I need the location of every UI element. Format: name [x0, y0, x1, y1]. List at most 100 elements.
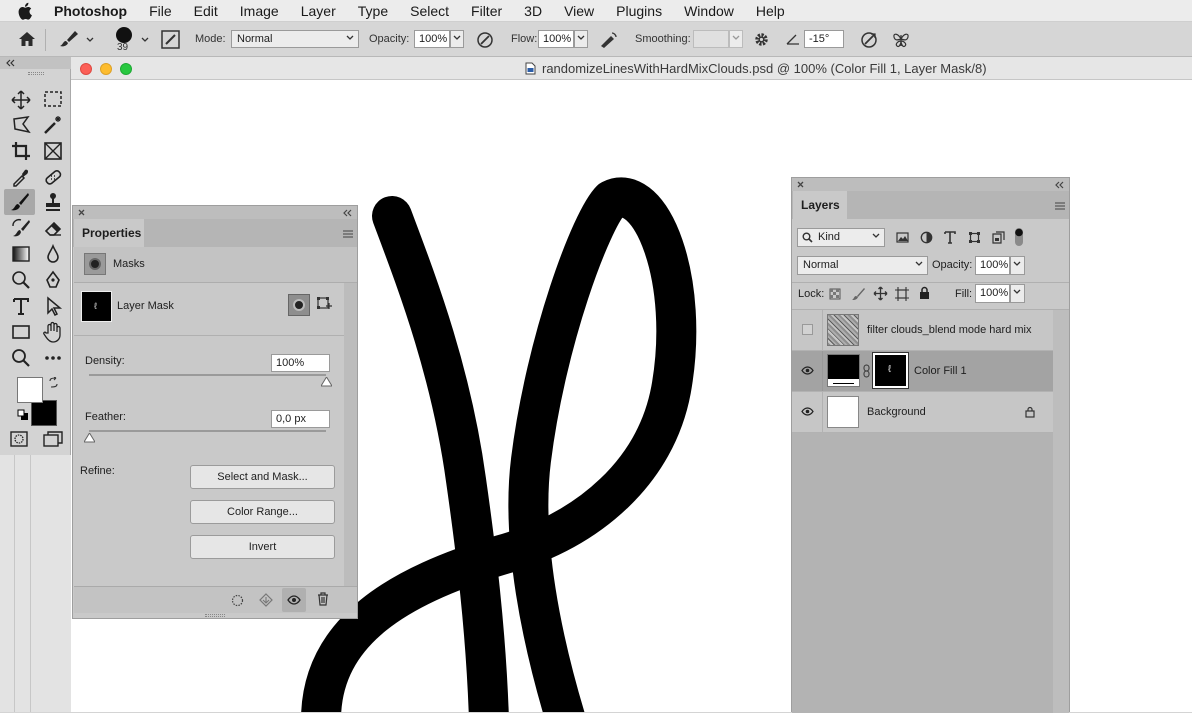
swap-colors-icon[interactable]	[48, 377, 59, 388]
brush-preset-preview[interactable]	[116, 27, 132, 43]
more-tools-icon[interactable]	[43, 348, 63, 368]
layer-opacity-dropdown[interactable]	[1010, 256, 1025, 275]
apple-icon[interactable]	[18, 2, 38, 20]
collapse-chevrons-icon[interactable]	[5, 59, 15, 67]
clone-stamp-tool-icon[interactable]	[43, 192, 63, 212]
menu-window[interactable]: Window	[684, 3, 734, 19]
layer-name[interactable]: Color Fill 1	[914, 365, 967, 377]
visibility-toggle[interactable]	[792, 351, 823, 391]
type-tool-icon[interactable]	[11, 296, 31, 316]
menu-filter[interactable]: Filter	[471, 3, 502, 19]
airbrush-icon[interactable]	[598, 31, 618, 49]
filter-shape-layers-icon[interactable]	[968, 231, 981, 244]
chain-link-icon[interactable]	[863, 364, 870, 378]
default-colors-icon[interactable]	[17, 409, 29, 421]
fill-layer-thumbnail[interactable]	[827, 354, 860, 387]
visibility-toggle[interactable]	[792, 310, 823, 350]
frame-tool-icon[interactable]	[43, 141, 63, 161]
close-icon[interactable]	[797, 181, 804, 188]
screen-mode-icon[interactable]	[43, 431, 63, 447]
opacity-field[interactable]: 100%	[414, 30, 450, 48]
layer-name[interactable]: Background	[867, 406, 926, 418]
foreground-color-swatch[interactable]	[17, 377, 43, 403]
path-selection-tool-icon[interactable]	[43, 296, 63, 316]
layer-mask-thumbnail[interactable]: ℓ	[81, 291, 112, 322]
menu-edit[interactable]: Edit	[194, 3, 218, 19]
dodge-tool-icon[interactable]	[11, 270, 31, 290]
flow-field[interactable]: 100%	[538, 30, 574, 48]
menu-layer[interactable]: Layer	[301, 3, 336, 19]
menu-select[interactable]: Select	[410, 3, 449, 19]
fill-dropdown[interactable]	[1010, 284, 1025, 303]
menu-help[interactable]: Help	[756, 3, 785, 19]
apply-mask-icon[interactable]	[259, 593, 273, 607]
pressure-size-icon[interactable]	[860, 31, 878, 49]
mode-dropdown[interactable]: Normal	[231, 30, 359, 48]
feather-field[interactable]: 0,0 px	[271, 410, 330, 428]
lasso-tool-icon[interactable]	[11, 115, 31, 135]
menu-image[interactable]: Image	[240, 3, 279, 19]
layer-filter-kind-dropdown[interactable]: Kind	[797, 228, 885, 247]
trash-icon[interactable]	[317, 592, 329, 606]
filter-type-layers-icon[interactable]	[944, 231, 956, 244]
lock-image-pixels-icon[interactable]	[851, 287, 865, 301]
layer-row-selected[interactable]: ℓ Color Fill 1	[792, 351, 1053, 392]
layer-mask-thumbnail[interactable]: ℓ	[872, 352, 909, 389]
menu-file[interactable]: File	[149, 3, 172, 19]
select-pixel-mask-button[interactable]	[288, 294, 310, 316]
select-and-mask-button[interactable]: Select and Mask...	[190, 465, 335, 489]
filter-pixel-layers-icon[interactable]	[896, 232, 909, 243]
tab-properties[interactable]: Properties	[74, 219, 144, 247]
zoom-window-button[interactable]	[120, 63, 132, 75]
zoom-tool-icon[interactable]	[11, 348, 31, 368]
feather-slider-thumb[interactable]	[83, 433, 95, 443]
add-vector-mask-icon[interactable]	[316, 296, 333, 313]
menu-view[interactable]: View	[564, 3, 594, 19]
menu-plugins[interactable]: Plugins	[616, 3, 662, 19]
lock-position-icon[interactable]	[873, 286, 888, 301]
menu-app-name[interactable]: Photoshop	[54, 3, 127, 19]
smoothing-field[interactable]	[693, 30, 729, 48]
filter-adjustment-layers-icon[interactable]	[920, 231, 933, 244]
healing-brush-tool-icon[interactable]	[43, 167, 63, 187]
feather-slider-track[interactable]	[89, 430, 326, 432]
layers-panel-header[interactable]	[792, 178, 1069, 191]
pressure-opacity-icon[interactable]	[476, 31, 494, 49]
eyedropper-tool-icon[interactable]	[11, 167, 31, 187]
filter-toggle-switch[interactable]	[1014, 227, 1024, 247]
lock-all-icon[interactable]	[919, 286, 930, 300]
invert-button[interactable]: Invert	[190, 535, 335, 559]
layers-scrollbar[interactable]	[1053, 310, 1069, 713]
blend-mode-dropdown[interactable]: Normal	[797, 256, 928, 275]
layer-row[interactable]: filter clouds_blend mode hard mix	[792, 310, 1053, 351]
minimize-window-button[interactable]	[100, 63, 112, 75]
menu-type[interactable]: Type	[358, 3, 388, 19]
close-window-button[interactable]	[80, 63, 92, 75]
brush-tool-icon[interactable]	[59, 30, 79, 48]
chevron-down-icon[interactable]	[86, 37, 94, 42]
gradient-tool-icon[interactable]	[11, 244, 31, 264]
drag-grip[interactable]	[28, 72, 44, 75]
fill-field[interactable]: 100%	[975, 284, 1010, 303]
eye-icon[interactable]	[287, 595, 301, 605]
lock-artboard-icon[interactable]	[895, 287, 909, 301]
chevron-down-icon[interactable]	[141, 37, 149, 42]
density-field[interactable]: 100%	[271, 354, 330, 372]
symmetry-butterfly-icon[interactable]	[892, 31, 910, 49]
panel-menu-icon[interactable]	[1055, 202, 1065, 210]
collapse-chevrons-icon[interactable]	[342, 209, 352, 217]
tab-layers[interactable]: Layers	[793, 191, 847, 219]
brush-tool-icon[interactable]	[10, 192, 30, 212]
layer-row[interactable]: Background	[792, 392, 1053, 433]
properties-scrollbar[interactable]	[344, 283, 357, 586]
filter-smart-objects-icon[interactable]	[992, 231, 1005, 244]
layer-name[interactable]: filter clouds_blend mode hard mix	[867, 324, 1031, 336]
properties-panel-header[interactable]	[73, 206, 357, 219]
quick-mask-icon[interactable]	[10, 431, 28, 447]
gear-icon[interactable]	[753, 31, 770, 48]
color-range-button[interactable]: Color Range...	[190, 500, 335, 524]
panel-menu-icon[interactable]	[343, 230, 353, 238]
background-color-swatch[interactable]	[31, 400, 57, 426]
pen-tool-icon[interactable]	[43, 270, 63, 290]
visibility-toggle[interactable]	[792, 392, 823, 432]
